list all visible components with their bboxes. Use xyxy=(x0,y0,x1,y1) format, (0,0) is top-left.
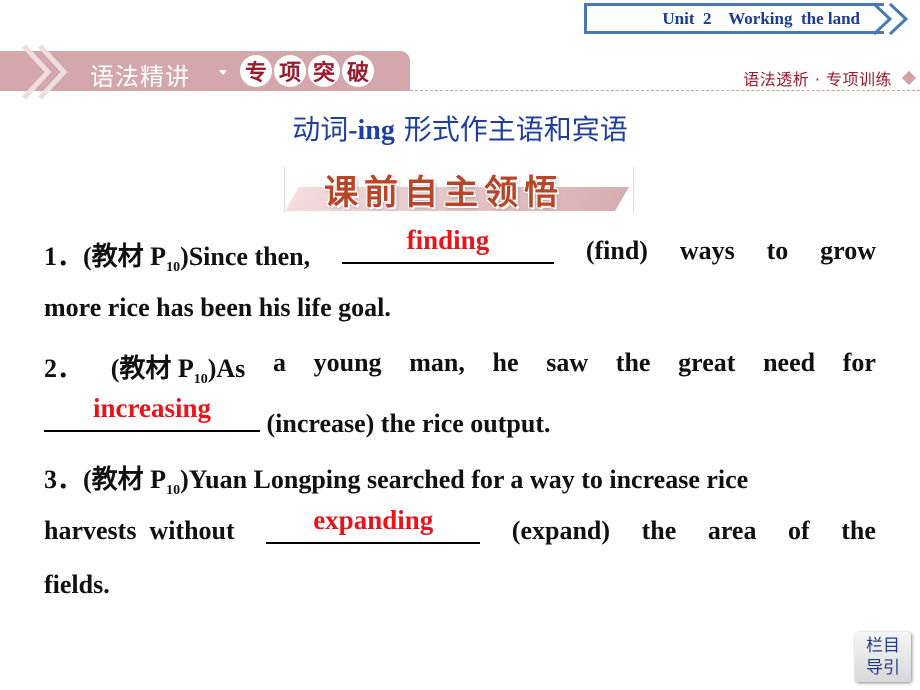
word: saw xyxy=(546,348,589,377)
banner-edge xyxy=(284,167,285,213)
nav-button-label: 栏目 xyxy=(866,636,900,656)
topic-heading: 动词-ing 形式作主语和宾语 xyxy=(0,108,920,148)
item-1-line-2: more rice has been his life goal. xyxy=(44,293,391,322)
topic-suffix: 形式作主语和宾语 xyxy=(394,113,628,146)
word: to xyxy=(766,236,789,265)
answer-blank[interactable]: expanding xyxy=(266,505,481,544)
circle-char: 突 xyxy=(308,55,340,87)
word: a xyxy=(272,348,286,377)
answer-blank[interactable]: finding xyxy=(341,225,554,264)
item-3-line-1: 3．(教材 P10)Yuan Longping searched for a w… xyxy=(44,465,749,499)
word: young xyxy=(313,348,382,377)
item-3-line-2: harvests without expanding (expand) the … xyxy=(44,505,876,546)
item-text: harvests without xyxy=(44,516,235,545)
item-number: 2． xyxy=(44,354,84,383)
item-source: (教材 P10)As xyxy=(110,354,246,388)
nav-button-label: 导引 xyxy=(866,658,900,678)
word: the xyxy=(615,348,651,377)
word: great xyxy=(678,348,736,377)
double-chevron-right-icon xyxy=(872,2,909,36)
topic-keyword: -ing xyxy=(348,115,395,146)
word: for xyxy=(842,348,876,377)
word: grow xyxy=(820,236,876,265)
word: man, xyxy=(409,348,465,377)
answer: increasing xyxy=(92,393,211,423)
unit-banner: Unit 2 Working the land xyxy=(584,3,884,34)
word: (expand) xyxy=(511,516,611,545)
right-label: 语法透析 · 专项训练 xyxy=(743,70,892,89)
double-chevron-decoration-icon xyxy=(22,44,68,100)
pre-class-banner: 课前自主领悟 xyxy=(284,165,634,213)
word: the xyxy=(841,516,876,545)
item-text: (increase) the rice output. xyxy=(266,409,551,438)
word: of xyxy=(788,516,810,545)
word: (find) xyxy=(585,236,648,265)
unit-title: Unit 2 Working the land xyxy=(662,9,860,28)
column-guide-button[interactable]: 栏目 导引 xyxy=(855,632,911,682)
section-title: 语法精讲 xyxy=(90,63,190,91)
item-1-line-1: 1．(教材 P10)Since then, finding (find) way… xyxy=(44,225,876,276)
banner-title: 课前自主领悟 xyxy=(324,173,564,213)
topic-prefix: 动词 xyxy=(292,113,349,146)
answer: finding xyxy=(406,225,490,255)
section-circles: 专 项 突 破 xyxy=(240,55,374,87)
banner-edge xyxy=(633,167,634,213)
divider xyxy=(410,90,920,91)
triangle-icon xyxy=(219,70,227,75)
word: need xyxy=(763,348,816,377)
diamond-icon xyxy=(901,70,917,86)
circle-char: 专 xyxy=(240,55,272,87)
word: the xyxy=(641,516,677,545)
circle-char: 项 xyxy=(274,55,306,87)
answer: expanding xyxy=(313,505,434,535)
item-2-line-1: 2． (教材 P10)As a young man, he saw the gr… xyxy=(44,348,876,388)
word: area xyxy=(707,516,757,545)
item-2-line-2: increasing (increase) the rice output. xyxy=(44,393,876,439)
word: ways xyxy=(679,236,735,265)
word: he xyxy=(492,348,519,377)
item-text: 1．(教材 P10)Since then, xyxy=(44,242,311,276)
circle-char: 破 xyxy=(342,55,374,87)
item-3-line-3: fields. xyxy=(44,570,110,599)
answer-blank[interactable]: increasing xyxy=(44,393,260,432)
